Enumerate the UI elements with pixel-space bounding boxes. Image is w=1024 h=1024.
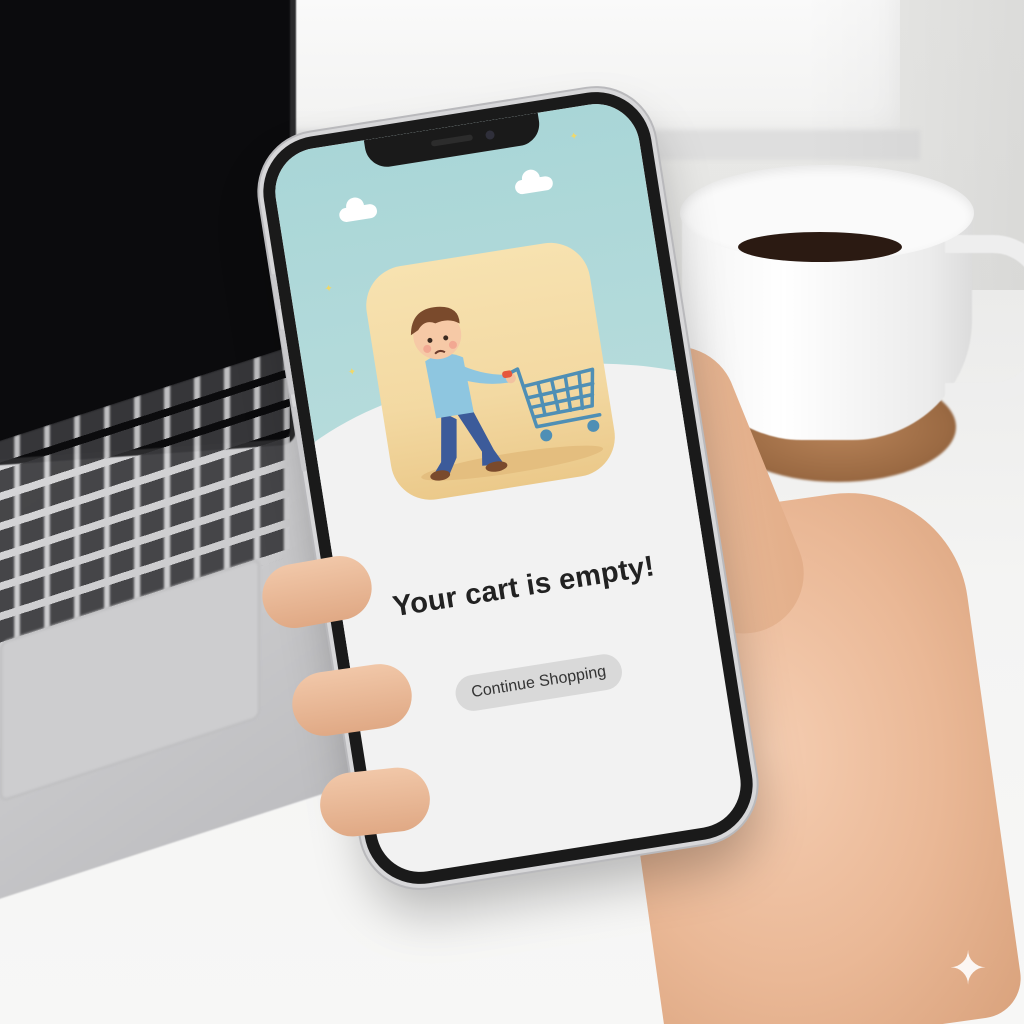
- coffee-cup-handle: [945, 235, 1024, 401]
- sparkle-icon: ✦: [948, 942, 988, 994]
- star-icon: ✦: [323, 282, 334, 296]
- sad-boy-with-cart-icon: [410, 306, 604, 481]
- continue-shopping-button[interactable]: Continue Shopping: [452, 651, 625, 714]
- empty-cart-illustration: [360, 237, 621, 506]
- speaker-grille: [430, 134, 474, 147]
- star-icon: ✦: [569, 130, 580, 143]
- front-camera: [484, 129, 496, 141]
- star-icon: ✦: [347, 366, 358, 379]
- coffee: [738, 232, 902, 262]
